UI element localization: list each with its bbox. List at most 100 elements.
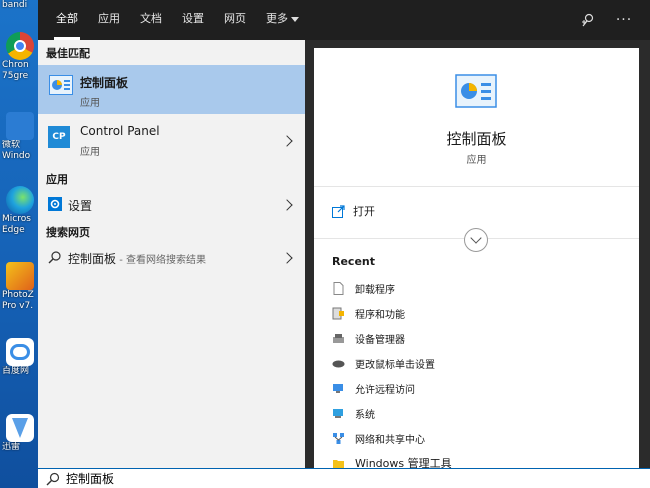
recent-item-network[interactable]: 网络和共享中心 (332, 428, 425, 448)
recent-item-remote[interactable]: 允许远程访问 (332, 378, 415, 398)
cp-app-icon: CP (48, 126, 70, 148)
mouse-icon (332, 360, 345, 367)
recent-item-system[interactable]: 系统 (332, 403, 375, 423)
tab-settings[interactable]: 设置 (172, 0, 214, 40)
filter-tabs: 全部 应用 文档 设置 网页 更多 (46, 0, 309, 40)
open-icon (332, 204, 345, 218)
recent-item-label: 卸载程序 (355, 284, 395, 296)
search-icon (48, 251, 61, 264)
tab-label: 全部 (56, 12, 78, 25)
topbar-actions: ··· (570, 0, 642, 40)
desktop-item-edge[interactable]: Micros Edge (0, 186, 38, 236)
recent-item-admin-tools[interactable]: Windows 管理工具 (332, 453, 452, 468)
edge-icon (6, 186, 34, 214)
result-title: Control Panel (80, 124, 160, 138)
desktop-item-baidu[interactable]: 百度网 (0, 338, 38, 377)
result-title: 设置 (68, 199, 93, 213)
device-manager-icon (333, 333, 344, 343)
result-subtitle: 应用 (80, 147, 100, 158)
gear-icon (48, 197, 62, 211)
tab-web[interactable]: 网页 (214, 0, 256, 40)
apps-header: 应用 (46, 173, 68, 186)
ellipsis-icon: ··· (615, 12, 633, 28)
remote-access-icon (333, 383, 343, 393)
tab-label: 更多 (266, 12, 288, 25)
tab-label: 文档 (140, 12, 162, 25)
thunder-icon (6, 414, 34, 442)
desktop-item-chrome[interactable]: Chron 75gre (0, 32, 38, 82)
search-input[interactable] (66, 471, 466, 486)
desktop-item-label: Chron (2, 60, 29, 70)
preview-app-title: 控制面板 (446, 130, 507, 148)
tab-apps[interactable]: 应用 (88, 0, 130, 40)
web-query: 控制面板 (68, 252, 117, 266)
result-title: 控制面板 (80, 76, 129, 90)
desktop-item-thunder[interactable]: 迅雷 (0, 414, 38, 453)
caret-down-icon (291, 16, 299, 22)
desktop-item-label: Micros (2, 214, 31, 224)
desktop-background: bandi Chron 75gre 微软 Windo Micros Edge P… (0, 0, 38, 488)
cp-badge: CP (52, 132, 66, 142)
recent-item-device-manager[interactable]: 设备管理器 (332, 328, 405, 348)
chrome-icon (6, 32, 34, 60)
network-icon (333, 432, 344, 444)
search-panel: 全部 应用 文档 设置 网页 更多 ··· 最佳匹配 控制面板 应用 CP Co… (38, 0, 650, 488)
desktop-item-label: 迅雷 (2, 442, 21, 452)
result-settings[interactable]: 设置 (38, 192, 305, 218)
tab-more[interactable]: 更多 (256, 0, 309, 40)
recent-header: Recent (332, 255, 376, 268)
result-control-panel[interactable]: CP Control Panel 应用 (38, 118, 305, 164)
tab-all[interactable]: 全部 (46, 0, 88, 40)
tab-label: 应用 (98, 12, 120, 25)
feedback-button[interactable] (570, 2, 606, 38)
recent-item-label: 设备管理器 (355, 334, 405, 346)
open-action[interactable]: 打开 (332, 201, 375, 221)
desktop-item-photozoom[interactable]: PhotoZ Pro v7. (0, 262, 38, 312)
recent-item-mouse[interactable]: 更改鼠标单击设置 (332, 353, 435, 373)
preview-header: 控制面板 应用 (314, 48, 639, 187)
baidu-netdisk-icon (6, 338, 34, 366)
recent-item-uninstall[interactable]: 卸载程序 (332, 278, 395, 298)
desktop-item-partial[interactable]: bandi (0, 0, 38, 11)
recent-item-label: 更改鼠标单击设置 (355, 359, 435, 371)
programs-icon (332, 307, 344, 319)
desktop-item-label: Edge (2, 225, 25, 235)
desktop-item-label: Windo (2, 151, 31, 161)
desktop-item-label: PhotoZ (2, 290, 34, 300)
recent-item-programs[interactable]: 程序和功能 (332, 303, 405, 323)
chevron-right-icon[interactable] (281, 199, 293, 211)
chevron-right-icon[interactable] (281, 135, 293, 147)
recent-item-label: 允许远程访问 (355, 384, 415, 396)
desktop-item-label: 75gre (2, 71, 29, 81)
web-header: 搜索网页 (46, 226, 90, 239)
desktop-item-label: Pro v7. (2, 301, 34, 311)
search-box[interactable] (38, 468, 650, 488)
recent-item-label: 程序和功能 (355, 309, 405, 321)
document-icon (333, 281, 344, 295)
web-suffix: - 查看网络搜索结果 (116, 255, 206, 266)
desktop-item-label: 百度网 (2, 366, 30, 376)
expand-chevron-button[interactable] (464, 228, 488, 252)
chevron-right-icon[interactable] (281, 252, 293, 264)
search-icon (46, 472, 60, 485)
results-list: 最佳匹配 控制面板 应用 CP Control Panel 应用 应用 设置 搜… (38, 40, 305, 468)
result-title: 控制面板 - 查看网络搜索结果 (68, 250, 206, 267)
preview-app-type: 应用 (466, 155, 487, 166)
tab-label: 设置 (182, 12, 204, 25)
search-filter-bar: 全部 应用 文档 设置 网页 更多 ··· (38, 0, 650, 40)
shortcut-icon (6, 112, 34, 140)
more-options-button[interactable]: ··· (606, 2, 642, 38)
desktop-item-label: bandi (2, 0, 28, 10)
recent-item-label: 系统 (355, 409, 375, 421)
result-web-search[interactable]: 控制面板 - 查看网络搜索结果 (38, 245, 305, 271)
feedback-icon (582, 13, 594, 27)
tab-documents[interactable]: 文档 (130, 0, 172, 40)
result-best-match[interactable]: 控制面板 应用 (38, 65, 305, 114)
control-panel-large-icon (455, 74, 497, 108)
tab-label: 网页 (224, 12, 246, 25)
desktop-item-shortcut[interactable]: 微软 Windo (0, 112, 38, 162)
control-panel-icon (49, 75, 73, 95)
recent-item-label: 网络和共享中心 (355, 434, 425, 446)
folder-icon (333, 459, 344, 468)
photozoom-icon (6, 262, 34, 290)
